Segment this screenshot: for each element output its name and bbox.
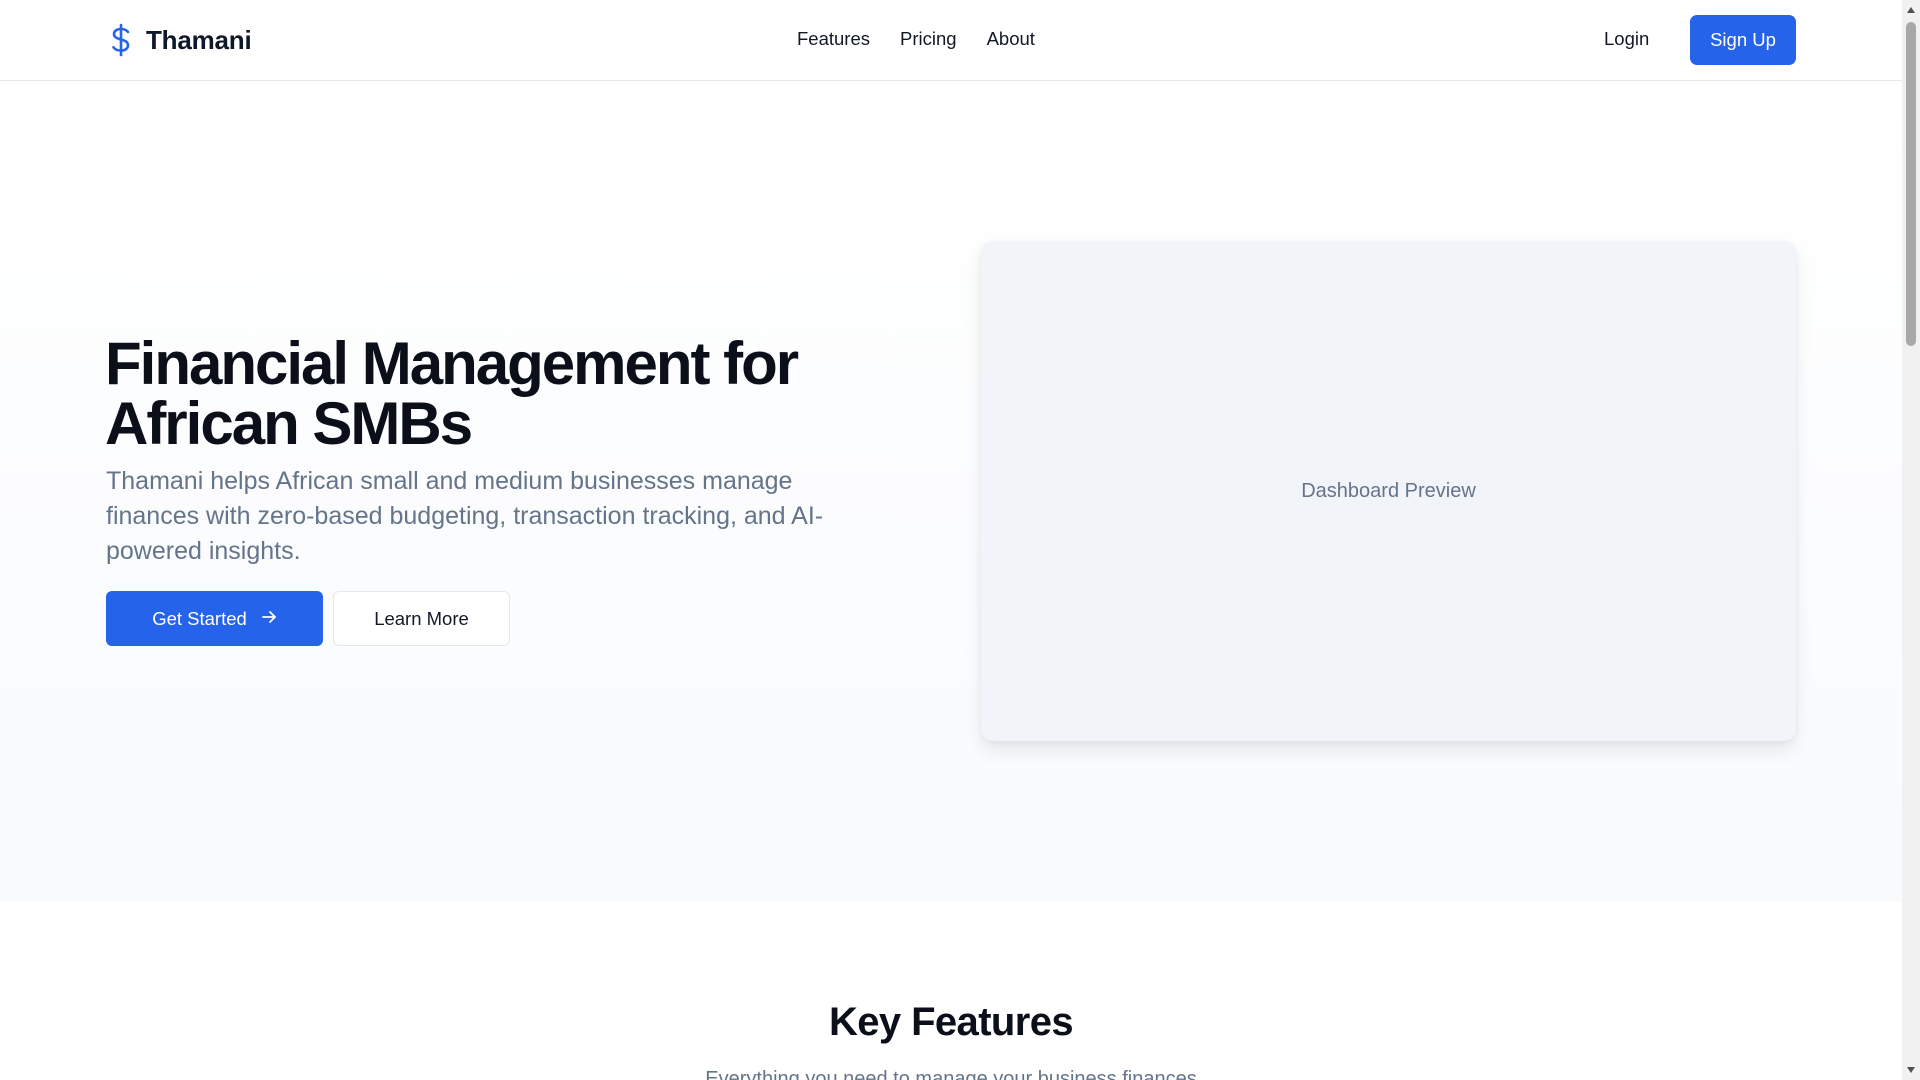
features-section: Key Features Everything you need to mana… (0, 902, 1902, 1080)
get-started-label: Get Started (152, 607, 247, 629)
nav-link-about[interactable]: About (987, 28, 1035, 50)
get-started-button[interactable]: Get Started (106, 591, 323, 646)
hero-description: Thamani helps African small and medium b… (106, 467, 824, 565)
scroll-up-arrow-icon[interactable] (1902, 2, 1920, 18)
vertical-scrollbar[interactable] (1902, 0, 1920, 1080)
hero-section: Financial Management for African SMBs Th… (0, 82, 1902, 902)
site-header: Thamani Features Pricing About Login Sig… (0, 0, 1902, 81)
login-link[interactable]: Login (1604, 28, 1649, 50)
signup-button[interactable]: Sign Up (1690, 15, 1796, 65)
dashboard-preview: Dashboard Preview (981, 241, 1796, 741)
dashboard-preview-label: Dashboard Preview (1301, 479, 1476, 502)
features-subtitle: Everything you need to manage your busin… (705, 1068, 1197, 1080)
main-nav: Features Pricing About (797, 28, 1035, 50)
features-title: Key Features (828, 1000, 1074, 1044)
page: Thamani Features Pricing About Login Sig… (0, 0, 1902, 1080)
nav-link-features[interactable]: Features (797, 28, 870, 50)
scroll-down-arrow-icon[interactable] (1902, 1062, 1920, 1078)
nav-link-pricing[interactable]: Pricing (900, 28, 957, 50)
arrow-right-icon (261, 608, 277, 630)
hero-actions: Get Started Learn More (106, 591, 510, 646)
brand-logo[interactable]: Thamani (106, 22, 252, 58)
hero-title: Financial Management for African SMBs (105, 330, 799, 457)
learn-more-button[interactable]: Learn More (333, 591, 510, 646)
dollar-sign-icon (106, 22, 136, 58)
scrollbar-thumb[interactable] (1906, 22, 1916, 346)
brand-name: Thamani (146, 24, 252, 55)
